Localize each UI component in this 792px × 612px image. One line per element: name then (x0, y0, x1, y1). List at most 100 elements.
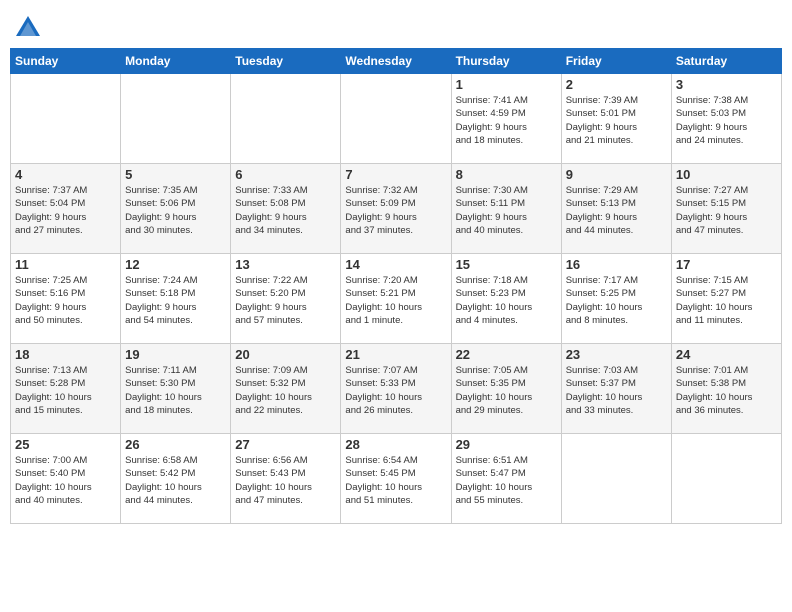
day-number: 22 (456, 347, 557, 362)
day-info: Sunrise: 7:22 AM Sunset: 5:20 PM Dayligh… (235, 274, 336, 327)
day-cell: 28 Sunrise: 6:54 AM Sunset: 5:45 PM Dayli… (341, 434, 451, 524)
day-number: 17 (676, 257, 777, 272)
day-info: Sunrise: 7:33 AM Sunset: 5:08 PM Dayligh… (235, 184, 336, 237)
day-number: 4 (15, 167, 116, 182)
week-row-4: 18 Sunrise: 7:13 AM Sunset: 5:28 PM Dayli… (11, 344, 782, 434)
day-cell: 27 Sunrise: 6:56 AM Sunset: 5:43 PM Dayli… (231, 434, 341, 524)
calendar: SundayMondayTuesdayWednesdayThursdayFrid… (10, 48, 782, 524)
day-cell: 9Sunrise: 7:29 AM Sunset: 5:13 PM Daylig… (561, 164, 671, 254)
day-number: 29 (456, 437, 557, 452)
day-info: Sunrise: 7:20 AM Sunset: 5:21 PM Dayligh… (345, 274, 446, 327)
week-row-5: 25 Sunrise: 7:00 AM Sunset: 5:40 PM Dayli… (11, 434, 782, 524)
day-info: Sunrise: 6:58 AM Sunset: 5:42 PM Dayligh… (125, 454, 226, 507)
day-info: Sunrise: 6:56 AM Sunset: 5:43 PM Dayligh… (235, 454, 336, 507)
day-cell: 2 Sunrise: 7:39 AM Sunset: 5:01 PM Daylig… (561, 74, 671, 164)
day-cell: 17 Sunrise: 7:15 AM Sunset: 5:27 PM Dayli… (671, 254, 781, 344)
day-cell: 29 Sunrise: 6:51 AM Sunset: 5:47 PM Dayli… (451, 434, 561, 524)
day-cell: 7 Sunrise: 7:32 AM Sunset: 5:09 PM Daylig… (341, 164, 451, 254)
day-number: 3 (676, 77, 777, 92)
week-row-2: 4 Sunrise: 7:37 AM Sunset: 5:04 PM Daylig… (11, 164, 782, 254)
day-cell (671, 434, 781, 524)
weekday-header-friday: Friday (561, 49, 671, 74)
day-number: 8 (456, 167, 557, 182)
day-cell: 15 Sunrise: 7:18 AM Sunset: 5:23 PM Dayli… (451, 254, 561, 344)
day-number: 6 (235, 167, 336, 182)
day-number: 23 (566, 347, 667, 362)
day-number: 9 (566, 167, 667, 182)
day-cell: 18 Sunrise: 7:13 AM Sunset: 5:28 PM Dayli… (11, 344, 121, 434)
day-info: Sunrise: 7:41 AM Sunset: 4:59 PM Dayligh… (456, 94, 557, 147)
day-cell: 23 Sunrise: 7:03 AM Sunset: 5:37 PM Dayli… (561, 344, 671, 434)
day-number: 26 (125, 437, 226, 452)
day-number: 5 (125, 167, 226, 182)
day-info: Sunrise: 7:13 AM Sunset: 5:28 PM Dayligh… (15, 364, 116, 417)
day-info: Sunrise: 7:30 AM Sunset: 5:11 PM Dayligh… (456, 184, 557, 237)
weekday-header-tuesday: Tuesday (231, 49, 341, 74)
day-number: 11 (15, 257, 116, 272)
day-cell: 11 Sunrise: 7:25 AM Sunset: 5:16 PM Dayli… (11, 254, 121, 344)
day-info: Sunrise: 6:51 AM Sunset: 5:47 PM Dayligh… (456, 454, 557, 507)
day-cell: 13 Sunrise: 7:22 AM Sunset: 5:20 PM Dayli… (231, 254, 341, 344)
day-number: 21 (345, 347, 446, 362)
day-cell: 19Sunrise: 7:11 AM Sunset: 5:30 PM Dayli… (121, 344, 231, 434)
logo-icon (14, 14, 42, 42)
day-info: Sunrise: 7:35 AM Sunset: 5:06 PM Dayligh… (125, 184, 226, 237)
day-info: Sunrise: 7:18 AM Sunset: 5:23 PM Dayligh… (456, 274, 557, 327)
day-cell: 14 Sunrise: 7:20 AM Sunset: 5:21 PM Dayli… (341, 254, 451, 344)
logo (14, 14, 46, 42)
day-info: Sunrise: 7:38 AM Sunset: 5:03 PM Dayligh… (676, 94, 777, 147)
day-cell: 3 Sunrise: 7:38 AM Sunset: 5:03 PM Daylig… (671, 74, 781, 164)
day-number: 15 (456, 257, 557, 272)
weekday-header-saturday: Saturday (671, 49, 781, 74)
day-cell: 8 Sunrise: 7:30 AM Sunset: 5:11 PM Daylig… (451, 164, 561, 254)
day-info: Sunrise: 7:37 AM Sunset: 5:04 PM Dayligh… (15, 184, 116, 237)
day-number: 2 (566, 77, 667, 92)
day-info: Sunrise: 7:09 AM Sunset: 5:32 PM Dayligh… (235, 364, 336, 417)
day-number: 28 (345, 437, 446, 452)
weekday-header-thursday: Thursday (451, 49, 561, 74)
weekday-header-row: SundayMondayTuesdayWednesdayThursdayFrid… (11, 49, 782, 74)
day-cell: 1 Sunrise: 7:41 AM Sunset: 4:59 PM Daylig… (451, 74, 561, 164)
day-cell: 21Sunrise: 7:07 AM Sunset: 5:33 PM Dayli… (341, 344, 451, 434)
day-cell: 22 Sunrise: 7:05 AM Sunset: 5:35 PM Dayli… (451, 344, 561, 434)
day-number: 25 (15, 437, 116, 452)
day-info: Sunrise: 7:00 AM Sunset: 5:40 PM Dayligh… (15, 454, 116, 507)
weekday-header-monday: Monday (121, 49, 231, 74)
day-info: Sunrise: 7:05 AM Sunset: 5:35 PM Dayligh… (456, 364, 557, 417)
page-header (10, 10, 782, 42)
day-info: Sunrise: 7:15 AM Sunset: 5:27 PM Dayligh… (676, 274, 777, 327)
day-info: Sunrise: 7:32 AM Sunset: 5:09 PM Dayligh… (345, 184, 446, 237)
day-cell: 25 Sunrise: 7:00 AM Sunset: 5:40 PM Dayli… (11, 434, 121, 524)
day-cell: 6 Sunrise: 7:33 AM Sunset: 5:08 PM Daylig… (231, 164, 341, 254)
day-info: Sunrise: 7:03 AM Sunset: 5:37 PM Dayligh… (566, 364, 667, 417)
week-row-3: 11 Sunrise: 7:25 AM Sunset: 5:16 PM Dayli… (11, 254, 782, 344)
day-number: 24 (676, 347, 777, 362)
day-info: Sunrise: 6:54 AM Sunset: 5:45 PM Dayligh… (345, 454, 446, 507)
day-cell: 20Sunrise: 7:09 AM Sunset: 5:32 PM Dayli… (231, 344, 341, 434)
day-number: 1 (456, 77, 557, 92)
day-number: 10 (676, 167, 777, 182)
day-number: 13 (235, 257, 336, 272)
day-info: Sunrise: 7:39 AM Sunset: 5:01 PM Dayligh… (566, 94, 667, 147)
day-info: Sunrise: 7:25 AM Sunset: 5:16 PM Dayligh… (15, 274, 116, 327)
day-number: 18 (15, 347, 116, 362)
day-cell: 5 Sunrise: 7:35 AM Sunset: 5:06 PM Daylig… (121, 164, 231, 254)
day-number: 14 (345, 257, 446, 272)
day-number: 27 (235, 437, 336, 452)
day-number: 7 (345, 167, 446, 182)
day-cell (561, 434, 671, 524)
day-info: Sunrise: 7:17 AM Sunset: 5:25 PM Dayligh… (566, 274, 667, 327)
week-row-1: 1 Sunrise: 7:41 AM Sunset: 4:59 PM Daylig… (11, 74, 782, 164)
day-cell: 26 Sunrise: 6:58 AM Sunset: 5:42 PM Dayli… (121, 434, 231, 524)
day-cell: 12 Sunrise: 7:24 AM Sunset: 5:18 PM Dayli… (121, 254, 231, 344)
day-info: Sunrise: 7:24 AM Sunset: 5:18 PM Dayligh… (125, 274, 226, 327)
day-cell: 24Sunrise: 7:01 AM Sunset: 5:38 PM Dayli… (671, 344, 781, 434)
weekday-header-wednesday: Wednesday (341, 49, 451, 74)
day-cell (11, 74, 121, 164)
day-cell: 16Sunrise: 7:17 AM Sunset: 5:25 PM Dayli… (561, 254, 671, 344)
day-cell (341, 74, 451, 164)
day-cell: 4 Sunrise: 7:37 AM Sunset: 5:04 PM Daylig… (11, 164, 121, 254)
day-number: 12 (125, 257, 226, 272)
day-number: 19 (125, 347, 226, 362)
weekday-header-sunday: Sunday (11, 49, 121, 74)
